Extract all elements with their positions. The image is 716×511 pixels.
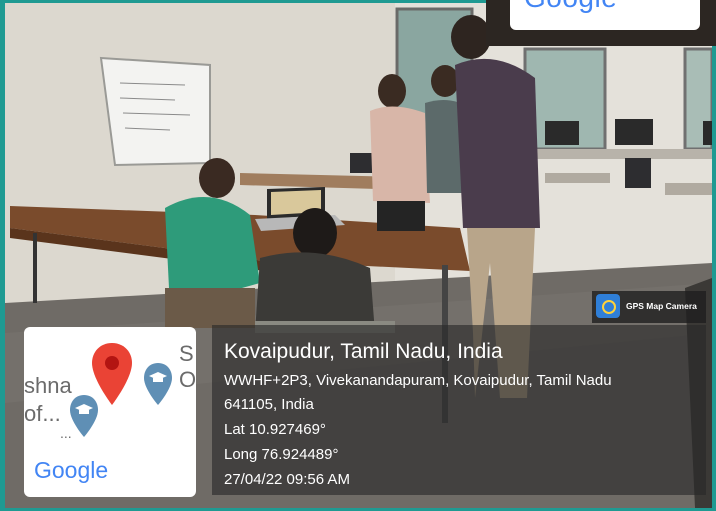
latitude: Lat 10.927469° (224, 421, 326, 438)
gps-badge-label: GPS Map Camera (626, 301, 697, 311)
map-label-shna: shna (24, 373, 72, 398)
map-label-s: S (179, 341, 194, 366)
address-line-1: WWHF+2P3, Vivekanandapuram, Kovaipudur, … (224, 372, 612, 389)
map-thumbnail-top: Google (486, 0, 716, 46)
mini-map: shna of... S O ... Google (24, 327, 196, 497)
map-label-o: O (179, 367, 196, 392)
address-line-2: 641105, India (224, 396, 314, 413)
camera-pin-icon (596, 294, 620, 318)
thumbnail-google-logo: Google (524, 0, 617, 14)
map-label-of: of... (24, 401, 61, 426)
school-pin-icon (144, 363, 172, 405)
google-logo: Google (34, 457, 109, 483)
longitude: Long 76.924489° (224, 446, 339, 463)
timestamp: 27/04/22 09:56 AM (224, 471, 350, 488)
gps-map-camera-badge: GPS Map Camera (592, 291, 706, 323)
school-pin-icon (70, 395, 98, 437)
location-title: Kovaipudur, Tamil Nadu, India (224, 340, 503, 363)
